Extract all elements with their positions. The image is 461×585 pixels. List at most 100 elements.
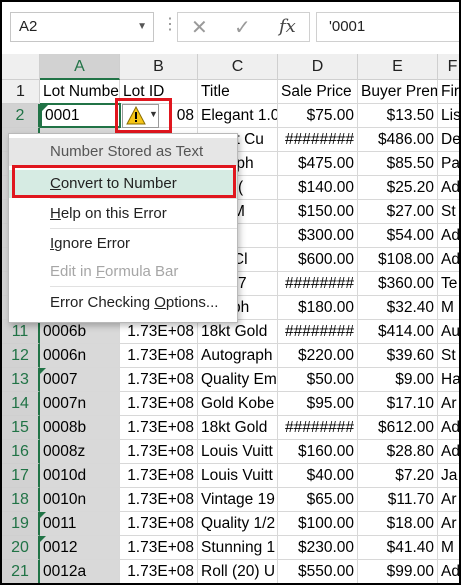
row-header-14[interactable]: 14 [2,392,40,416]
row-header-17[interactable]: 17 [2,464,40,488]
row-header-16[interactable]: 16 [2,440,40,464]
data-cell[interactable]: Ad [438,176,459,200]
data-cell[interactable]: St [438,344,459,368]
data-cell[interactable]: $9.00 [358,368,438,392]
data-cell[interactable]: Gold Kobe [198,392,278,416]
row-header-20[interactable]: 20 [2,536,40,560]
data-cell[interactable]: $18.00 [358,512,438,536]
data-cell[interactable]: Stunning 1 [198,536,278,560]
row-header-12[interactable]: 12 [2,344,40,368]
data-cell[interactable]: $360.00 [358,272,438,296]
data-cell[interactable]: 1.73E+08 [120,320,198,344]
data-cell[interactable]: Ad [438,440,459,464]
data-cell[interactable]: 1.73E+08 [120,416,198,440]
data-cell[interactable]: 18kt Gold [198,320,278,344]
data-cell[interactable]: 0008z [40,440,120,464]
data-cell[interactable]: $75.00 [278,104,358,128]
column-title-cell[interactable]: Buyer Premium [358,80,438,104]
data-cell[interactable]: $95.00 [278,392,358,416]
column-header-f[interactable]: F [438,54,459,80]
data-cell[interactable]: $414.00 [358,320,438,344]
menu-item-ignore-error[interactable]: Ignore Error [9,230,237,258]
data-cell[interactable]: 1.73E+08 [120,488,198,512]
data-cell[interactable]: 0012 [40,536,120,560]
row-header-13[interactable]: 13 [2,368,40,392]
row-header-11[interactable]: 11 [2,320,40,344]
data-cell[interactable]: Vintage 19 [198,488,278,512]
data-cell[interactable]: $108.00 [358,248,438,272]
data-cell[interactable]: $486.00 [358,128,438,152]
data-cell[interactable]: Pa [438,152,459,176]
row-header-15[interactable]: 15 [2,416,40,440]
data-cell[interactable]: $475.00 [278,152,358,176]
data-cell[interactable]: $40.00 [278,464,358,488]
formula-input[interactable]: '0001 [316,12,459,42]
data-cell[interactable]: 0010d [40,464,120,488]
active-cell-a2[interactable]: 0001 [40,103,121,128]
data-cell[interactable]: $27.00 [358,200,438,224]
data-cell[interactable]: $7.20 [358,464,438,488]
data-cell[interactable]: $150.00 [278,200,358,224]
data-cell[interactable]: Ad [438,248,459,272]
data-cell[interactable]: Ar [438,392,459,416]
data-cell[interactable]: $99.00 [358,560,438,583]
select-all-corner[interactable] [2,54,40,80]
data-cell[interactable]: $160.00 [278,440,358,464]
data-cell[interactable]: $11.70 [358,488,438,512]
data-cell[interactable]: 1.73E+08 [120,392,198,416]
name-box[interactable]: A2 ▼ [10,12,154,42]
data-cell[interactable]: Louis Vuitt [198,440,278,464]
column-header-b[interactable]: B [120,54,198,80]
data-cell[interactable]: $300.00 [278,224,358,248]
data-cell[interactable]: 1.73E+08 [120,368,198,392]
data-cell[interactable]: ######## [278,320,358,344]
data-cell[interactable]: 0008b [40,416,120,440]
data-cell[interactable]: St [438,200,459,224]
menu-item-error-checking-options[interactable]: Error Checking Options... [9,289,237,317]
data-cell[interactable]: Quality Em [198,368,278,392]
data-cell[interactable]: 1.73E+08 [120,536,198,560]
column-title-cell[interactable]: Title [198,80,278,104]
data-cell[interactable]: 0011 [40,512,120,536]
data-cell[interactable]: $220.00 [278,344,358,368]
chevron-down-icon[interactable]: ▼ [137,13,147,41]
data-cell[interactable]: M [438,536,459,560]
data-cell[interactable]: Autograph [198,344,278,368]
menu-item-help-on-error[interactable]: Help on this Error [9,200,237,228]
data-cell[interactable]: Elegant 1.0 [198,104,278,128]
data-cell[interactable]: 1.73E+08 [120,344,198,368]
data-cell[interactable]: 0012a [40,560,120,583]
data-cell[interactable]: $41.40 [358,536,438,560]
data-cell[interactable]: Au [438,320,459,344]
data-cell[interactable]: $25.20 [358,176,438,200]
data-cell[interactable]: $180.00 [278,296,358,320]
column-title-cell[interactable]: Lot Number [40,80,120,104]
row-header-2[interactable]: 2 [2,104,40,128]
cancel-icon[interactable]: ✕ [191,15,208,40]
column-title-cell[interactable]: First [438,80,459,104]
function-icon[interactable]: fx [279,16,296,37]
data-cell[interactable]: 0006n [40,344,120,368]
column-header-d[interactable]: D [278,54,358,80]
data-cell[interactable]: $17.10 [358,392,438,416]
data-cell[interactable]: 0007n [40,392,120,416]
data-cell[interactable]: Ar [438,512,459,536]
data-cell[interactable]: $100.00 [278,512,358,536]
data-cell[interactable]: 0006b [40,320,120,344]
data-cell[interactable]: $85.50 [358,152,438,176]
data-cell[interactable]: $54.00 [358,224,438,248]
data-cell[interactable]: Te [438,272,459,296]
data-cell[interactable]: Ja [438,464,459,488]
data-cell[interactable]: Ad [438,416,459,440]
data-cell[interactable]: 0010n [40,488,120,512]
row-header-21[interactable]: 21 [2,560,40,583]
data-cell[interactable]: 1.73E+08 [120,560,198,583]
data-cell[interactable]: Ad [438,224,459,248]
data-cell[interactable]: 18kt Gold [198,416,278,440]
data-cell[interactable]: $230.00 [278,536,358,560]
data-cell[interactable]: Louis Vuitt [198,464,278,488]
data-cell[interactable]: $32.40 [358,296,438,320]
column-header-a[interactable]: A [40,54,120,80]
data-cell[interactable]: ######## [278,272,358,296]
data-cell[interactable]: Roll (20) U [198,560,278,583]
